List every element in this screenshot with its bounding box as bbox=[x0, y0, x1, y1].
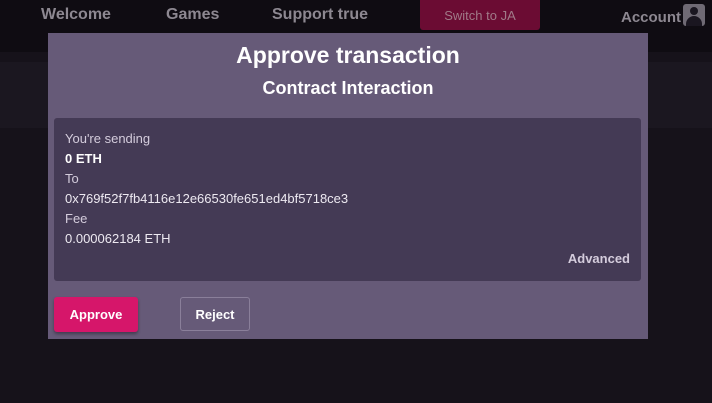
reject-button[interactable]: Reject bbox=[180, 297, 250, 331]
to-label: To bbox=[65, 171, 79, 186]
recipient-address: 0x769f52f7fb4116e12e66530fe651ed4bf5718c… bbox=[65, 191, 349, 206]
page: Welcome Games Support true Switch to JA … bbox=[0, 0, 712, 403]
approve-transaction-modal: Approve transaction Contract Interaction… bbox=[48, 33, 648, 339]
switch-language-button[interactable]: Switch to JA bbox=[420, 0, 540, 30]
sending-label: You're sending bbox=[65, 131, 151, 146]
nav-support[interactable]: Support true bbox=[272, 6, 368, 24]
advanced-link[interactable]: Advanced bbox=[568, 251, 630, 266]
transaction-details-panel: You're sending 0 ETH To 0x769f52f7fb4116… bbox=[54, 118, 641, 281]
approve-button[interactable]: Approve bbox=[54, 297, 138, 332]
nav-welcome[interactable]: Welcome bbox=[41, 6, 111, 24]
nav-games[interactable]: Games bbox=[166, 6, 219, 24]
modal-title: Approve transaction bbox=[236, 42, 460, 68]
avatar-head-shape bbox=[690, 7, 698, 15]
user-avatar-icon[interactable] bbox=[683, 4, 705, 26]
account-link[interactable]: Account bbox=[621, 9, 681, 26]
fee-value: 0.000062184 ETH bbox=[65, 231, 171, 246]
sending-amount: 0 ETH bbox=[65, 151, 102, 166]
fee-label: Fee bbox=[65, 211, 88, 226]
avatar-body-shape bbox=[686, 16, 702, 26]
modal-subtitle: Contract Interaction bbox=[262, 78, 434, 98]
